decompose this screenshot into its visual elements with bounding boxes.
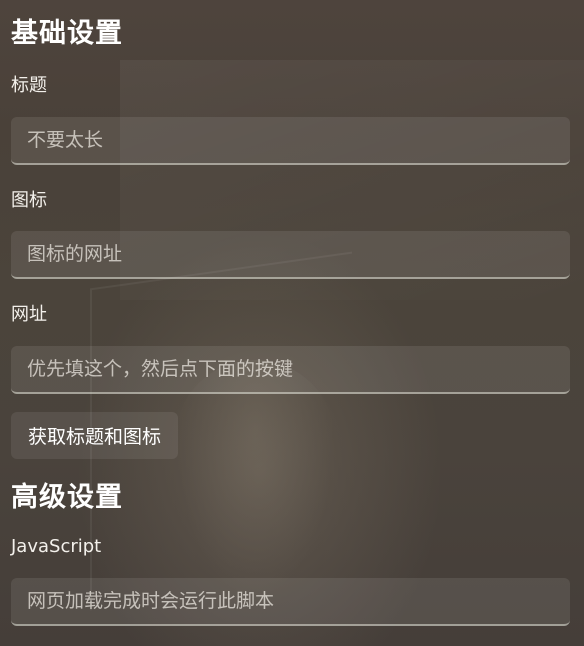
basic-settings-heading: 基础设置 (11, 18, 123, 49)
url-input[interactable] (11, 346, 570, 394)
javascript-input[interactable] (11, 578, 570, 626)
settings-form: 基础设置 标题 图标 网址 获取标题和图标 高级设置 JavaScript (0, 0, 584, 626)
javascript-label: JavaScript (11, 536, 102, 557)
title-label: 标题 (11, 75, 47, 96)
url-label: 网址 (11, 304, 47, 325)
title-input[interactable] (11, 117, 570, 165)
fetch-title-and-icon-button[interactable]: 获取标题和图标 (11, 412, 179, 459)
advanced-settings-heading: 高级设置 (11, 482, 123, 513)
icon-url-input[interactable] (11, 231, 570, 279)
icon-label: 图标 (11, 190, 47, 211)
